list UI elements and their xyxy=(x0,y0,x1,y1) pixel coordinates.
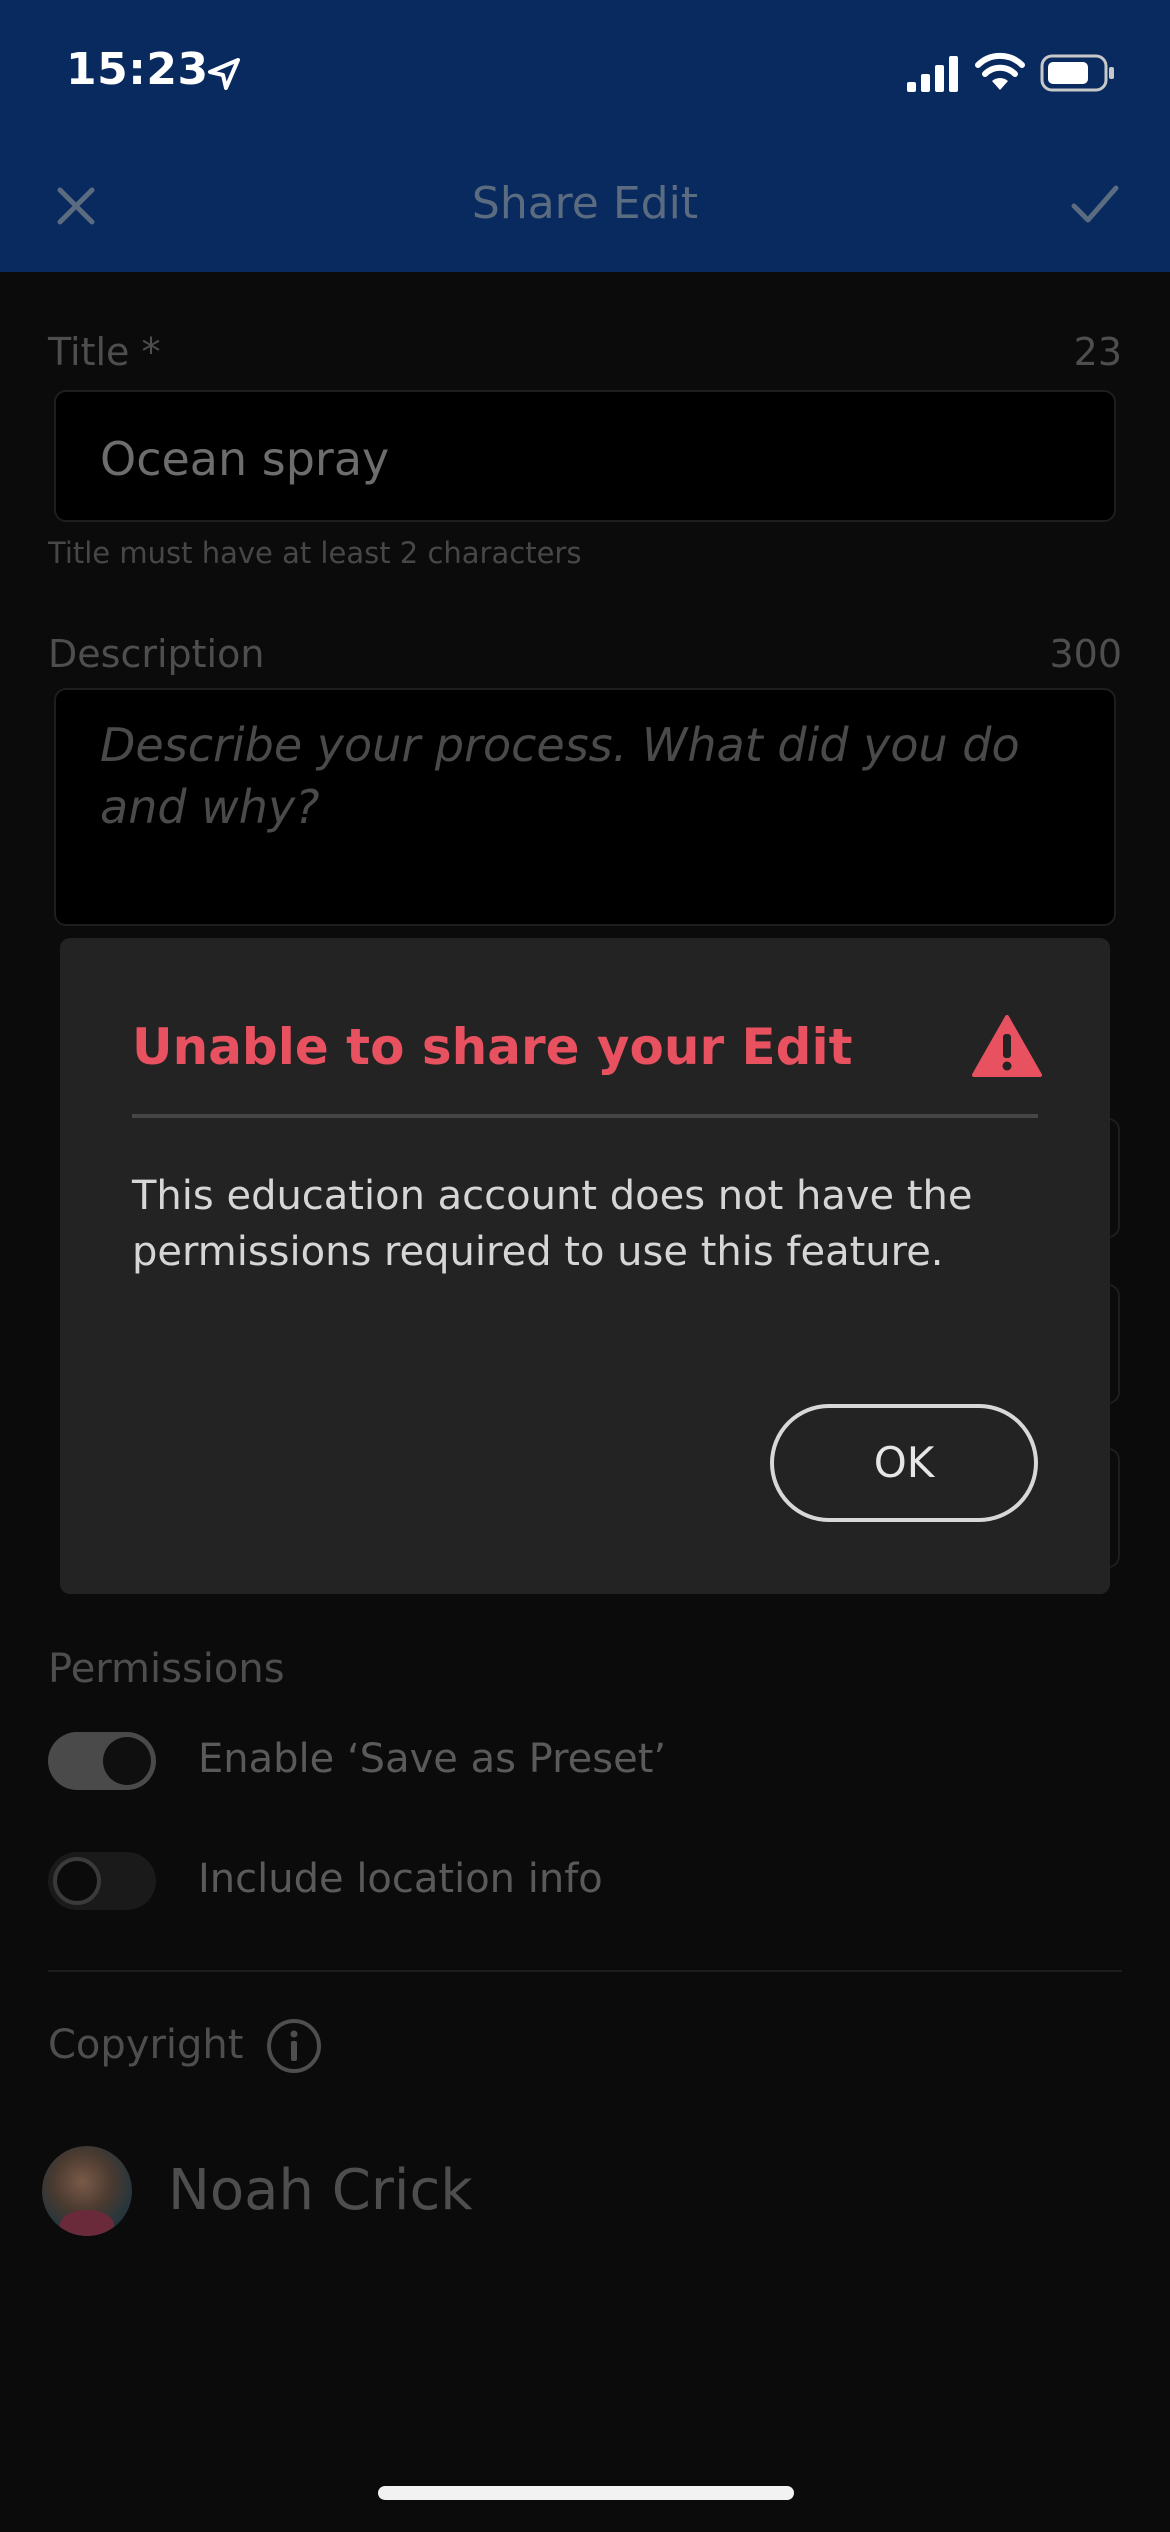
cellular-signal-icon xyxy=(907,56,958,92)
location-info-label: Include location info xyxy=(198,1856,603,1902)
page-title: Share Edit xyxy=(471,178,699,229)
toggle-knob xyxy=(103,1737,151,1785)
title-char-counter: 23 xyxy=(1073,330,1122,374)
title-helper-text: Title must have at least 2 characters xyxy=(48,536,582,570)
location-info-toggle[interactable] xyxy=(48,1852,156,1910)
avatar-shirt xyxy=(60,2210,114,2236)
description-label: Description xyxy=(48,632,265,676)
location-arrow-icon xyxy=(208,58,240,90)
section-divider xyxy=(48,1970,1122,1972)
dialog-divider xyxy=(132,1114,1038,1118)
title-label: Title * xyxy=(48,330,161,374)
permissions-label: Permissions xyxy=(48,1646,285,1692)
save-as-preset-label: Enable ‘Save as Preset’ xyxy=(198,1736,667,1782)
error-dialog: Unable to share your Edit This education… xyxy=(60,938,1110,1594)
info-icon[interactable] xyxy=(266,2018,322,2074)
warning-icon xyxy=(972,1015,1042,1077)
copyright-label: Copyright xyxy=(48,2022,244,2068)
dialog-message: This education account does not have the… xyxy=(132,1173,973,1275)
description-input[interactable]: Describe your process. What did you do a… xyxy=(54,688,1116,926)
nav-bar: Share Edit xyxy=(0,140,1170,272)
title-input-value: Ocean spray xyxy=(100,432,390,486)
status-time: 15:23 xyxy=(66,44,209,95)
dialog-title: Unable to share your Edit xyxy=(132,1018,853,1076)
ok-button[interactable]: OK xyxy=(770,1404,1038,1522)
save-as-preset-toggle[interactable] xyxy=(48,1732,156,1790)
copyright-owner-name: Noah Crick xyxy=(168,2158,473,2223)
description-char-counter: 300 xyxy=(1049,632,1122,676)
title-input[interactable]: Ocean spray xyxy=(54,390,1116,522)
home-indicator[interactable] xyxy=(378,2486,794,2500)
toggle-knob xyxy=(53,1857,101,1905)
checkmark-icon[interactable] xyxy=(1062,172,1126,236)
app-header: 15:23 Share Edit xyxy=(0,0,1170,272)
description-placeholder: Describe your process. What did you do a… xyxy=(100,718,1020,834)
battery-icon xyxy=(1040,54,1114,92)
avatar xyxy=(42,2146,132,2236)
status-bar: 15:23 xyxy=(0,0,1170,140)
wifi-icon xyxy=(975,52,1025,90)
